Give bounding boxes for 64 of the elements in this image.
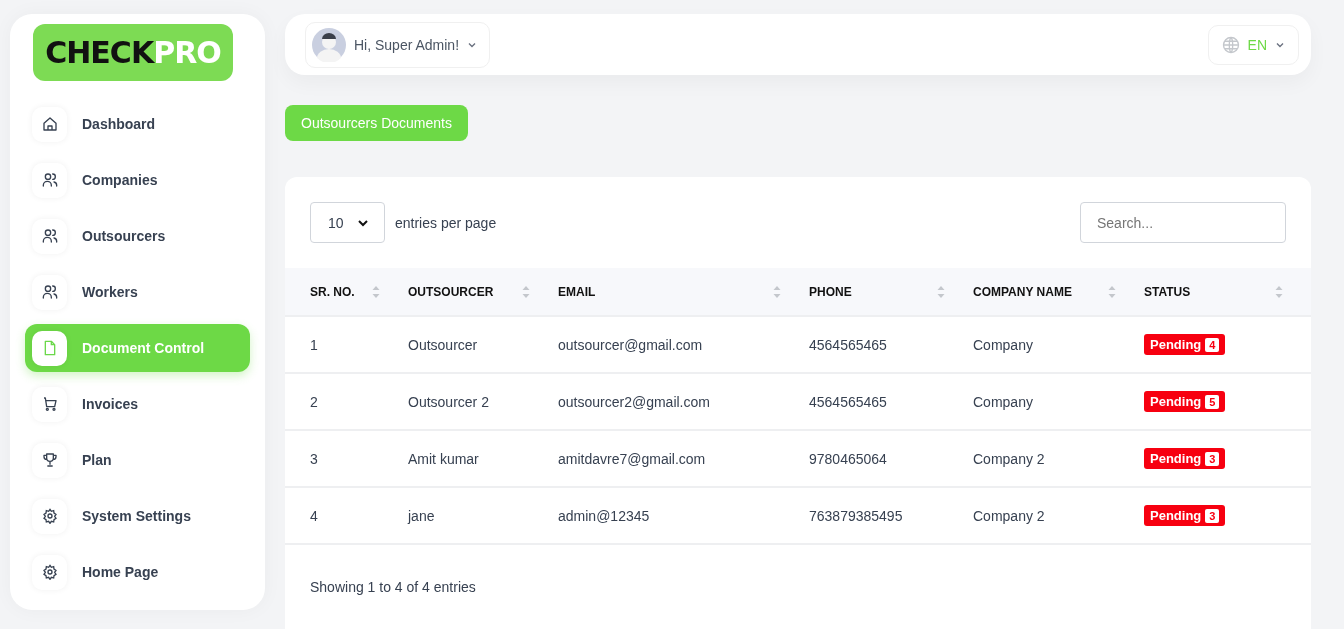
count-badge: 5: [1205, 394, 1220, 409]
settings-icon: [41, 508, 58, 524]
table-cell-text: Company: [973, 336, 1034, 353]
settings-icon: [41, 564, 58, 580]
table-cell-text: admin@12345: [558, 507, 651, 524]
column-header[interactable]: OUTSOURCER: [408, 284, 494, 299]
table-cell-text: 1: [310, 336, 319, 353]
page-size-select[interactable]: 10: [310, 202, 385, 243]
sort-icon[interactable]: [1108, 284, 1116, 299]
table-cell-text: outsourcer@gmail.com: [558, 336, 704, 353]
table-cell-text: Outsourcer: [408, 336, 479, 353]
column-header[interactable]: PHONE: [809, 284, 852, 299]
sidebar-item[interactable]: Dashboard: [25, 105, 250, 143]
column-header[interactable]: EMAIL: [558, 284, 596, 299]
logo[interactable]: CHECKPRO: [33, 24, 233, 81]
status-badge: Pending 4: [1144, 334, 1226, 355]
sidebar-item[interactable]: Plan: [25, 441, 250, 479]
table-cell-text: Outsourcer 2: [408, 393, 490, 410]
status-badge: Pending 3: [1144, 448, 1226, 469]
column-header[interactable]: COMPANY NAME: [973, 284, 1072, 299]
table-cell-text: 3: [310, 450, 319, 467]
users-icon: [41, 172, 58, 188]
sort-icon[interactable]: [522, 284, 530, 299]
sidebar-item[interactable]: Outsourcers: [25, 217, 250, 255]
sort-icon[interactable]: [937, 284, 945, 299]
sort-icon[interactable]: [372, 284, 380, 299]
column-header[interactable]: STATUS: [1144, 284, 1191, 299]
table-cell-text: 4564565465: [809, 393, 888, 410]
count-badge: 3: [1205, 451, 1220, 466]
user-menu[interactable]: Hi, Super Admin!: [305, 21, 491, 68]
sidebar-item[interactable]: Companies: [25, 161, 250, 199]
table-cell-text: Company: [973, 393, 1034, 410]
entries-summary: Showing 1 to 4 of 4 entries: [309, 578, 477, 597]
table-cell-text: 4: [310, 507, 319, 524]
avatar-icon: [312, 27, 346, 62]
sidebar-item[interactable]: Invoices: [25, 385, 250, 423]
sidebar-item[interactable]: System Settings: [25, 497, 250, 535]
count-badge: 3: [1205, 508, 1220, 523]
globe-icon: [1221, 35, 1240, 54]
table-cell-text: amitdavre7@gmail.com: [558, 450, 707, 467]
trophy-icon: [41, 452, 58, 468]
entries-label: entries per page: [395, 214, 497, 231]
table-cell-text: 9780465064: [809, 450, 888, 467]
column-header[interactable]: SR. NO.: [310, 284, 355, 299]
status-badge: Pending 3: [1144, 505, 1226, 526]
table-cell-text: 2: [310, 393, 319, 410]
home-icon: [41, 116, 58, 132]
table-cell-text: jane: [408, 507, 436, 524]
sort-icon[interactable]: [773, 284, 781, 299]
users-icon: [41, 284, 58, 300]
table-cell-text: Amit kumar: [408, 450, 480, 467]
users-icon: [41, 228, 58, 244]
cart-icon: [41, 396, 58, 412]
sidebar-item[interactable]: Home Page: [25, 553, 250, 591]
sort-icon[interactable]: [1275, 284, 1283, 299]
search-field[interactable]: Search...: [1080, 202, 1286, 243]
table-cell-text: 4564565465: [809, 336, 888, 353]
table-cell-text: Company 2: [973, 450, 1046, 467]
sidebar-item[interactable]: Workers: [25, 273, 250, 311]
table-cell-text: 763879385495: [809, 507, 904, 524]
count-badge: 4: [1205, 337, 1220, 352]
table-cell-text: outsourcer2@gmail.com: [558, 393, 711, 410]
status-badge: Pending 5: [1144, 391, 1226, 412]
table-cell-text: Company 2: [973, 507, 1046, 524]
